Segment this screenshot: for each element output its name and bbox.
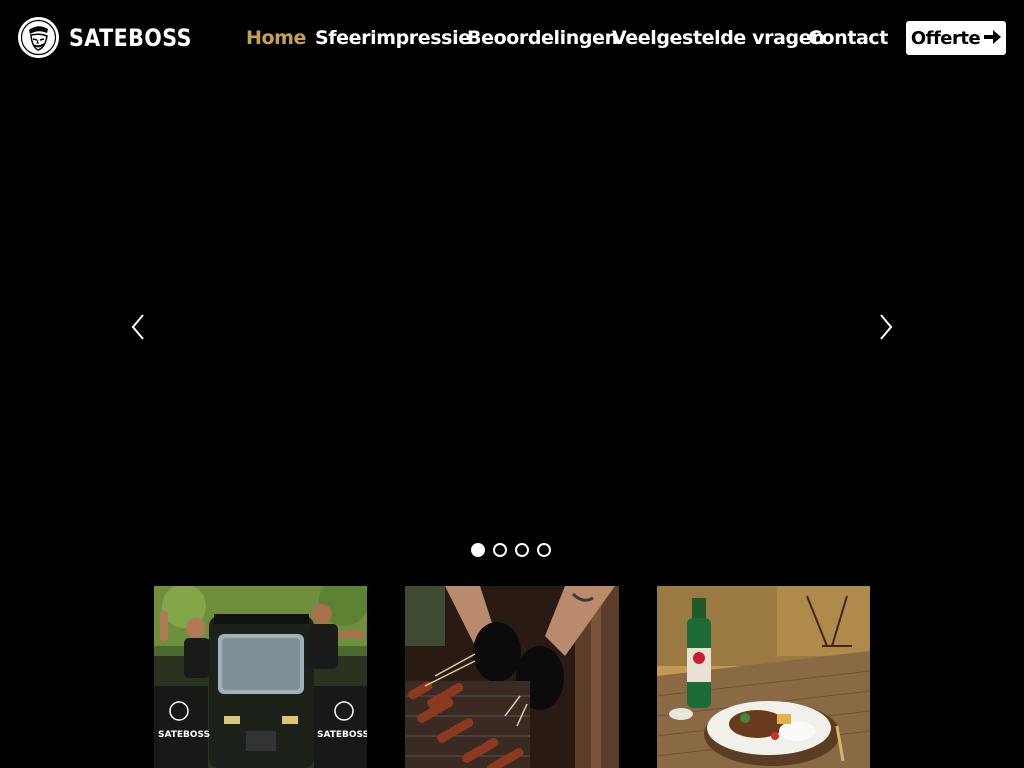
tile-label-left: SATEBOSS: [158, 730, 210, 740]
nav-item-veelgestelde-vragen[interactable]: Veelgestelde vragen: [612, 27, 825, 49]
carousel-dot-2[interactable]: [493, 543, 507, 557]
grill-skewers-photo[interactable]: [405, 586, 619, 768]
tuktuk-owners-photo[interactable]: SATEBOSS SATEBOSS: [154, 586, 367, 768]
carousel-dot-3[interactable]: [515, 543, 529, 557]
chevron-right-icon[interactable]: [872, 312, 898, 342]
carousel-dot-4[interactable]: [537, 543, 551, 557]
tile-label-right: SATEBOSS: [317, 730, 367, 740]
offerte-button-label: Offerte: [910, 27, 981, 49]
arrow-right-icon: [984, 28, 1002, 49]
chevron-left-icon[interactable]: [126, 312, 152, 342]
sate-dish-beer-photo[interactable]: [657, 586, 870, 768]
brand-name: SATEBOSS: [69, 23, 192, 52]
hero-carousel: [0, 76, 1024, 566]
nav-item-beoordelingen[interactable]: Beoordelingen: [467, 27, 618, 49]
offerte-button[interactable]: Offerte: [906, 21, 1006, 55]
nav-item-home[interactable]: Home: [246, 27, 306, 49]
site-header: SATEBOSS Home Sfeerimpressie Beoordeling…: [0, 0, 1024, 76]
nav-item-contact[interactable]: Contact: [808, 27, 888, 49]
brand-logo-link[interactable]: SATEBOSS: [18, 17, 212, 58]
nav-item-sfeerimpressie[interactable]: Sfeerimpressie: [315, 27, 471, 49]
carousel-dot-1[interactable]: [471, 543, 485, 557]
chef-mascot-icon: [18, 17, 59, 58]
carousel-indicators: [471, 543, 551, 557]
